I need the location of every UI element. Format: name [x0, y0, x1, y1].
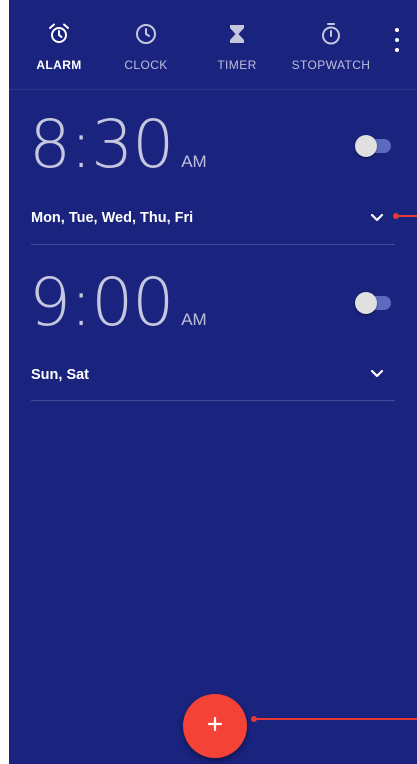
divider [31, 400, 395, 401]
alarm-item[interactable]: 9:00 AM Sun, Sat [9, 246, 417, 402]
tab-alarm[interactable]: ALARM [29, 0, 89, 88]
alarm-days[interactable]: Sun, Sat [31, 367, 89, 383]
tab-alarm-label: ALARM [36, 58, 82, 72]
tab-timer-label: TIMER [217, 58, 257, 72]
hourglass-icon [225, 22, 249, 46]
add-alarm-button[interactable] [183, 694, 247, 758]
tab-timer[interactable]: TIMER [207, 0, 267, 88]
alarm-toggle[interactable] [355, 134, 393, 158]
tab-bar: ALARM CLOCK TIMER STOPWATCH [9, 0, 417, 90]
alarm-time[interactable]: 9:00 AM [29, 270, 207, 336]
stopwatch-icon [319, 22, 343, 46]
tab-stopwatch-label: STOPWATCH [291, 58, 371, 72]
tab-stopwatch[interactable]: STOPWATCH [286, 0, 376, 88]
alarm-time-digits: 8:30 [29, 106, 174, 183]
alarm-time-digits: 9:00 [29, 264, 174, 341]
alarm-time-ampm: AM [181, 152, 207, 171]
tab-clock[interactable]: CLOCK [116, 0, 176, 88]
annotation-line [396, 215, 417, 217]
alarm-item[interactable]: 8:30 AM Mon, Tue, Wed, Thu, Fri [9, 90, 417, 246]
chevron-down-icon[interactable] [367, 208, 387, 228]
plus-icon [205, 714, 225, 739]
alarm-time[interactable]: 8:30 AM [29, 112, 207, 178]
annotation-line [254, 718, 417, 720]
chevron-down-icon[interactable] [367, 364, 387, 384]
alarm-app: ALARM CLOCK TIMER STOPWATCH 8:30 AM Mon,… [9, 0, 417, 764]
more-vertical-icon[interactable] [389, 26, 405, 54]
tab-clock-label: CLOCK [124, 58, 168, 72]
alarm-days[interactable]: Mon, Tue, Wed, Thu, Fri [31, 210, 193, 226]
alarm-toggle[interactable] [355, 291, 393, 315]
divider [31, 244, 395, 245]
clock-icon [134, 22, 158, 46]
alarm-time-ampm: AM [181, 310, 207, 329]
alarm-clock-icon [47, 22, 71, 46]
